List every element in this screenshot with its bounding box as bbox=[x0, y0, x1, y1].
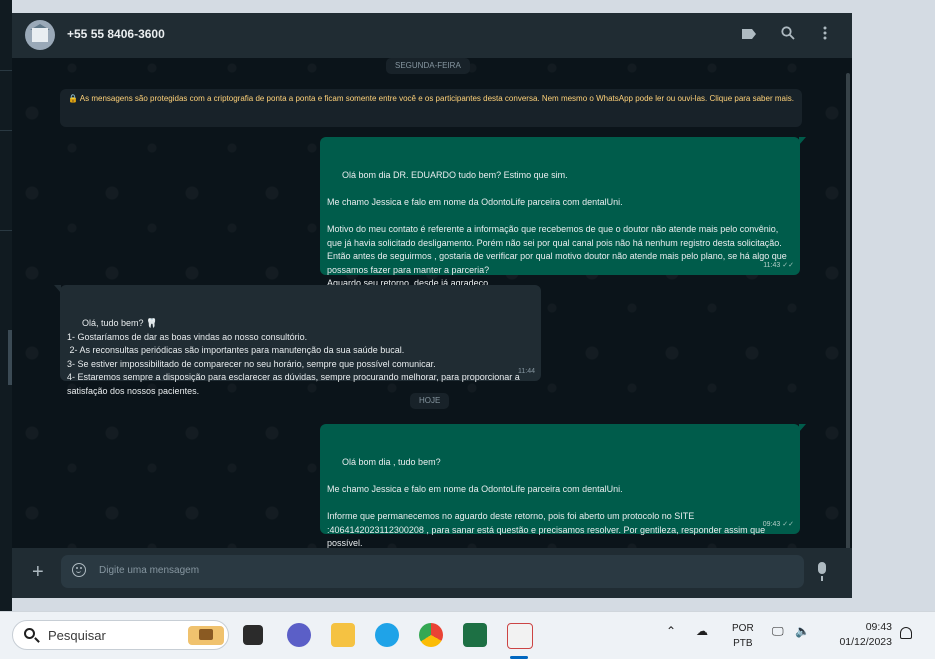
bubble-tail bbox=[799, 424, 806, 432]
message-time: 11:43 bbox=[763, 261, 781, 269]
conversation-scrollbar[interactable] bbox=[846, 73, 850, 553]
message-text: Olá bom dia , tudo bem? Me chamo Jessica… bbox=[327, 457, 766, 548]
edge-icon[interactable] bbox=[375, 623, 399, 647]
divider bbox=[0, 70, 12, 71]
network-icon[interactable]: 🖵 bbox=[772, 624, 784, 639]
message-meta: 11:43 ✓✓ bbox=[763, 259, 794, 273]
bubble-tail bbox=[54, 285, 61, 293]
task-view-icon[interactable] bbox=[243, 625, 263, 645]
divider bbox=[0, 230, 12, 231]
chevron-up-icon[interactable]: ⌃ bbox=[666, 624, 676, 638]
read-receipt-icon: ✓✓ bbox=[782, 520, 794, 528]
message-bubble-outgoing[interactable]: Olá bom dia , tudo bem? Me chamo Jessica… bbox=[320, 424, 806, 548]
avatar-house bbox=[32, 28, 48, 42]
message-composer: + Digite uma mensagem bbox=[12, 548, 852, 598]
contact-name[interactable]: +55 55 8406-3600 bbox=[67, 27, 165, 41]
windows-taskbar: Pesquisar ⌃ ☁ POR PTB 🖵 🔈 09:43 01/12/20… bbox=[0, 611, 935, 659]
message-text: Olá, tudo bem? 🦷 1- Gostaríamos de dar a… bbox=[67, 318, 520, 396]
message-text: Olá bom dia DR. EDUARDO tudo bem? Estimo… bbox=[327, 170, 787, 288]
day-divider: HOJE bbox=[410, 393, 450, 409]
volume-icon[interactable]: 🔈 bbox=[795, 624, 810, 638]
cloud-offline-icon[interactable]: ☁ bbox=[696, 624, 708, 638]
message-input[interactable]: Digite uma mensagem bbox=[61, 555, 804, 588]
encryption-notice[interactable]: 🔒 As mensagens são protegidas com a crip… bbox=[60, 89, 802, 127]
attach-plus-icon[interactable]: + bbox=[32, 562, 44, 582]
clock-date: 01/12/2023 bbox=[839, 636, 892, 648]
microphone-icon[interactable] bbox=[818, 562, 826, 581]
avatar[interactable] bbox=[25, 20, 55, 50]
snipping-tool-icon[interactable] bbox=[507, 623, 533, 649]
language-indicator[interactable]: POR PTB bbox=[732, 621, 754, 651]
search-icon[interactable] bbox=[779, 26, 797, 44]
message-meta: 11:44 bbox=[518, 365, 535, 379]
language-line1: POR bbox=[732, 623, 754, 634]
taskbar-search-label: Pesquisar bbox=[48, 628, 106, 643]
teams-chat-icon[interactable] bbox=[287, 623, 311, 647]
system-clock[interactable]: 09:43 01/12/2023 bbox=[828, 620, 892, 650]
message-meta: 09:43 ✓✓ bbox=[763, 518, 794, 532]
chat-list-edge bbox=[0, 0, 12, 611]
message-placeholder[interactable]: Digite uma mensagem bbox=[99, 565, 199, 576]
read-receipt-icon: ✓✓ bbox=[782, 261, 794, 269]
menu-dots-icon[interactable] bbox=[816, 26, 834, 44]
divider bbox=[0, 130, 12, 131]
briefcase-icon bbox=[188, 626, 224, 645]
language-line2: PTB bbox=[733, 638, 753, 649]
taskbar-search[interactable]: Pesquisar bbox=[12, 620, 229, 650]
file-explorer-icon[interactable] bbox=[331, 623, 355, 647]
whatsapp-window: +55 55 8406-3600 SEGUNDA-FEIRA 🔒 As mens… bbox=[0, 0, 935, 611]
chrome-icon[interactable] bbox=[419, 623, 443, 647]
message-bubble-incoming[interactable]: Olá, tudo bem? 🦷 1- Gostaríamos de dar a… bbox=[54, 285, 541, 396]
emoji-icon[interactable] bbox=[72, 563, 86, 577]
message-time: 11:44 bbox=[518, 367, 535, 375]
label-icon[interactable] bbox=[740, 26, 758, 44]
excel-icon[interactable] bbox=[463, 623, 487, 647]
clock-time: 09:43 bbox=[865, 621, 892, 633]
conversation-header[interactable]: +55 55 8406-3600 bbox=[12, 13, 852, 58]
notification-bell-icon[interactable] bbox=[900, 627, 912, 639]
conversation-panel: +55 55 8406-3600 SEGUNDA-FEIRA 🔒 As mens… bbox=[12, 13, 852, 598]
message-time: 09:43 bbox=[762, 520, 781, 528]
day-divider: SEGUNDA-FEIRA bbox=[386, 58, 470, 74]
bubble-tail bbox=[799, 137, 806, 145]
message-bubble-outgoing[interactable]: Olá bom dia DR. EDUARDO tudo bem? Estimo… bbox=[320, 137, 806, 288]
search-icon bbox=[24, 628, 35, 639]
